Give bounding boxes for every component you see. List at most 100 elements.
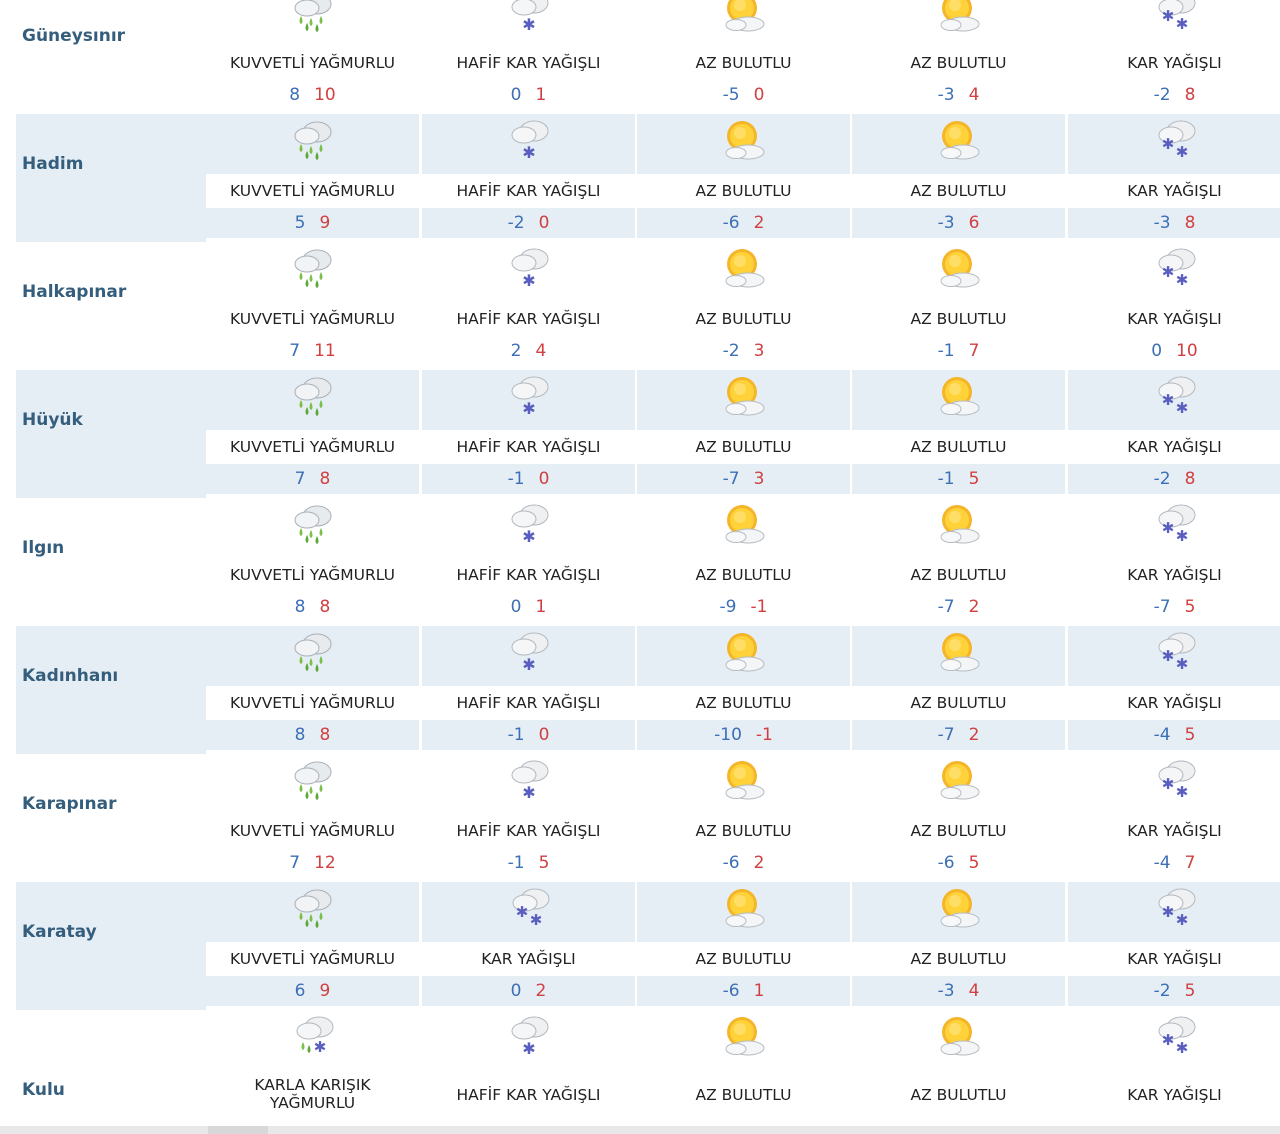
weather-description: KAR YAĞIŞLI (1127, 1086, 1222, 1104)
min-temperature: -2 (722, 341, 740, 361)
temperature-range: -3 4 (852, 80, 1065, 110)
min-temperature: -5 (722, 85, 740, 105)
weather-icon-band: ✱ (422, 114, 635, 174)
temperature-range: -6 1 (637, 976, 850, 1006)
horizontal-scrollbar[interactable] (0, 1126, 1280, 1134)
snow-icon: ✱ ✱ (1151, 1014, 1199, 1058)
min-temperature: 0 (510, 85, 522, 105)
weather-icon-band (637, 498, 850, 558)
weather-icon-band (852, 626, 1065, 686)
svg-text:✱: ✱ (522, 1039, 535, 1058)
day-forecast-cell: KUVVETLİ YAĞMURLU 8 10 (206, 0, 419, 114)
weather-description: HAFİF KAR YAĞIŞLI (456, 182, 601, 200)
min-temperature: -6 (722, 981, 740, 1001)
weather-description: AZ BULUTLU (695, 182, 792, 200)
day-forecast-cell: KUVVETLİ YAĞMURLU 5 9 (206, 114, 419, 242)
partly-cloudy-icon (720, 0, 768, 34)
weather-icon-band: ✱ ✱ (1068, 498, 1280, 558)
svg-text:✱: ✱ (529, 911, 542, 929)
weather-icon-band: ✱ ✱ (1068, 882, 1280, 942)
day-forecast-cell: AZ BULUTLU -9 -1 (637, 498, 850, 626)
svg-text:✱: ✱ (522, 399, 535, 418)
weather-description: KAR YAĞIŞLI (481, 950, 576, 968)
day-forecast-cell: ✱ HAFİF KAR YAĞIŞLI 0 1 (422, 0, 635, 114)
weather-icon-band (637, 370, 850, 430)
weather-icon-band: ✱ ✱ (422, 882, 635, 942)
heavy-rain-icon (289, 502, 337, 546)
city-cell-background (16, 370, 206, 498)
weather-description: HAFİF KAR YAĞIŞLI (456, 822, 601, 840)
min-temperature: -4 (1153, 725, 1171, 745)
partly-cloudy-icon (720, 758, 768, 802)
temperature-range: 01 (422, 592, 635, 622)
weather-icon-band: ✱ ✱ (1068, 754, 1280, 814)
weather-icon-band (852, 370, 1065, 430)
svg-text:✱: ✱ (522, 783, 535, 802)
temperature-range: -1 7 (852, 336, 1065, 366)
day-forecast-cell: AZ BULUTLU -3 4 (852, 0, 1065, 114)
max-temperature: 10 (314, 85, 336, 105)
day-forecast-cell: AZ BULUTLU -6 2 (637, 114, 850, 242)
min-temperature: -1 (507, 469, 525, 489)
city-name: Ilgın (22, 538, 65, 558)
temperature-range: 7 11 (206, 336, 419, 366)
partly-cloudy-icon (935, 758, 983, 802)
weather-description: AZ BULUTLU (910, 1086, 1007, 1104)
max-temperature: 1 (535, 597, 547, 617)
min-temperature: -7 (722, 469, 740, 489)
weather-description: KUVVETLİ YAĞMURLU (230, 566, 395, 584)
max-temperature: 4 (535, 341, 547, 361)
heavy-rain-icon (289, 630, 337, 674)
weather-description: KAR YAĞIŞLI (1127, 566, 1222, 584)
max-temperature: 9 (319, 213, 331, 233)
forecast-row: Hadim KUVVETLİ YAĞMURLU 5 9 ✱ HAFİF KAR YAĞIŞ… (16, 114, 1280, 242)
temperature-range: -2 8 (1068, 80, 1280, 110)
max-temperature: 1 (535, 85, 547, 105)
scrollbar-thumb[interactable] (208, 1126, 268, 1134)
city-name: Karatay (22, 922, 97, 942)
weather-icon-band: ✱ ✱ (1068, 114, 1280, 174)
min-temperature: -2 (507, 213, 525, 233)
day-forecast-cell: KUVVETLİ YAĞMURLU 7 12 (206, 754, 419, 882)
weather-description: AZ BULUTLU (910, 566, 1007, 584)
svg-text:✱: ✱ (1175, 15, 1188, 33)
weather-icon-band: ✱ (422, 498, 635, 558)
weather-description: AZ BULUTLU (695, 566, 792, 584)
weather-icon-band (206, 242, 419, 302)
snow-icon: ✱ ✱ (1151, 758, 1199, 802)
weather-icon-band (637, 1010, 850, 1070)
weather-icon-band (206, 114, 419, 174)
partly-cloudy-icon (935, 630, 983, 674)
svg-text:✱: ✱ (1175, 143, 1188, 161)
weather-icon-band: ✱ ✱ (1068, 242, 1280, 302)
weather-description: HAFİF KAR YAĞIŞLI (456, 310, 601, 328)
temperature-range: 24 (422, 336, 635, 366)
temperature-range: -1 0 (422, 464, 635, 494)
max-temperature: 2 (968, 725, 980, 745)
weather-icon-band (852, 1010, 1065, 1070)
svg-text:✱: ✱ (1161, 775, 1174, 793)
svg-text:✱: ✱ (1161, 519, 1174, 537)
svg-text:✱: ✱ (1161, 135, 1174, 153)
svg-text:✱: ✱ (1161, 903, 1174, 921)
weather-description: AZ BULUTLU (910, 438, 1007, 456)
light-snow-icon: ✱ (505, 1014, 553, 1058)
day-forecast-cell: KUVVETLİ YAĞMURLU 7 8 (206, 370, 419, 498)
day-forecast-cell: ✱ ✱ KAR YAĞIŞLI -3 8 (1068, 114, 1280, 242)
temperature-range: 02 (422, 976, 635, 1006)
min-temperature: -3 (1153, 213, 1171, 233)
min-temperature: 0 (510, 597, 522, 617)
svg-text:✱: ✱ (1175, 399, 1188, 417)
weather-icon-band (206, 754, 419, 814)
weather-description: AZ BULUTLU (910, 822, 1007, 840)
weather-description: KAR YAĞIŞLI (1127, 54, 1222, 72)
temperature-range: -2 0 (422, 208, 635, 238)
weather-description: KAR YAĞIŞLI (1127, 950, 1222, 968)
weather-description: AZ BULUTLU (695, 1086, 792, 1104)
day-forecast-cell: AZ BULUTLU -6 2 (637, 754, 850, 882)
temperature-range: 01 (422, 80, 635, 110)
weather-description: AZ BULUTLU (910, 694, 1007, 712)
day-forecast-cell: KUVVETLİ YAĞMURLU 6 9 (206, 882, 419, 1010)
weather-description: AZ BULUTLU (695, 694, 792, 712)
min-temperature: 0 (1151, 341, 1163, 361)
